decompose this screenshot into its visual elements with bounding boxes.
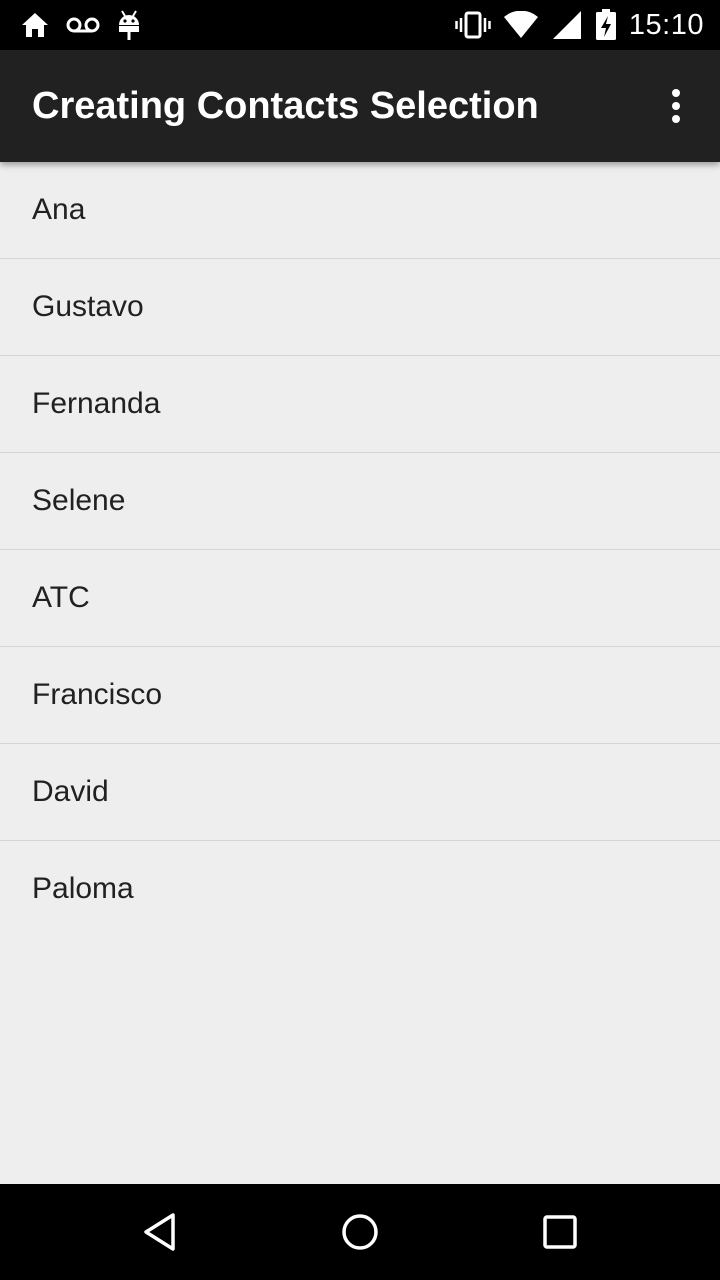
list-item[interactable]: Selene [0,453,720,550]
list-item[interactable]: Francisco [0,647,720,744]
wifi-icon [503,11,539,39]
home-icon [20,11,50,39]
contact-name: David [32,775,109,808]
list-item[interactable]: Gustavo [0,259,720,356]
status-right-icons: 15:10 [455,0,704,50]
voicemail-icon [66,15,100,35]
list-item[interactable]: Fernanda [0,356,720,453]
recents-button[interactable] [530,1202,590,1262]
list-item[interactable]: David [0,744,720,841]
list-item[interactable]: Paloma [0,841,720,937]
contact-name: Ana [32,193,86,226]
contact-name: Selene [32,484,126,517]
list-item[interactable]: ATC [0,550,720,647]
contact-name: Fernanda [32,387,161,420]
contact-name: Francisco [32,678,163,711]
status-left-icons [20,0,142,50]
status-time: 15:10 [628,8,704,41]
home-circle-icon [340,1212,380,1252]
home-button[interactable] [330,1202,390,1262]
contact-list: Ana Gustavo Fernanda Selene ATC Francisc… [0,162,720,937]
recents-icon [542,1214,578,1250]
back-button[interactable] [130,1202,190,1262]
app-bar: Creating Contacts Selection [0,50,720,162]
contact-name: Paloma [32,872,134,905]
back-icon [140,1211,180,1253]
android-debug-icon [116,9,142,41]
contact-name: ATC [32,581,90,614]
overflow-menu-icon [670,88,682,124]
navigation-bar [0,1184,720,1280]
contact-name: Gustavo [32,290,144,323]
signal-icon [551,10,583,40]
list-item[interactable]: Ana [0,162,720,259]
status-bar: 15:10 [0,0,720,50]
overflow-menu-button[interactable] [652,78,700,134]
battery-charging-icon [595,9,617,41]
vibrate-icon [455,11,491,39]
app-title: Creating Contacts Selection [32,85,539,127]
